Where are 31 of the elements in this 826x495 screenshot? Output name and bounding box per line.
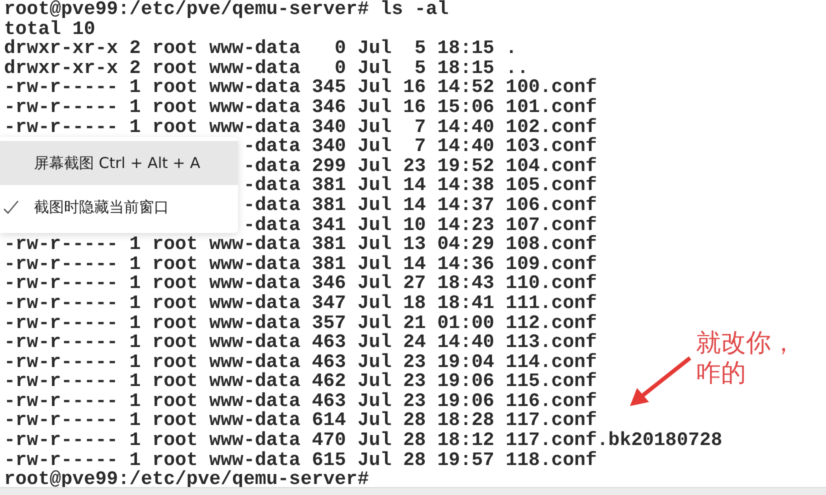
- terminal-line: total 10: [4, 20, 96, 40]
- terminal-line: -rw-r----- 1 root www-data 463 Jul 24 14:40 113.conf: [4, 333, 597, 353]
- terminal-line: -rw-r----- 1 root www-data 615 Jul 28 19:57 118.conf: [4, 450, 597, 470]
- terminal-line: -rw-r----- 1 root www-data 346 Jul 16 15:06 101.conf: [4, 98, 597, 118]
- terminal-line: -rw-r----- 1 root www-data 470 Jul 28 18:12 117.conf.bk20180728: [4, 431, 722, 451]
- terminal-line: -rw-r----- 1 root www-data 614 Jul 28 18:28 117.conf: [4, 411, 597, 432]
- terminal-line: -rw-r----- 1 root www-data 347 Jul 18 18:41 111.conf: [4, 294, 597, 314]
- terminal-line: -data 299 Jul 23 19:52 104.conf: [243, 156, 597, 176]
- menu-item[interactable]: 屏幕截图 Ctrl + Alt + A: [0, 141, 238, 185]
- terminal-line: drwxr-xr-x 2 root www-data 0 Jul 5 18:15 ..: [4, 58, 528, 78]
- terminal-line: -data 341 Jul 10 14:23 107.conf: [243, 216, 597, 236]
- terminal-line: -rw-r----- 1 root www-data 381 Jul 14 14:36 109.conf: [4, 254, 597, 274]
- terminal-line: -data 381 Jul 14 14:38 105.conf: [243, 176, 597, 196]
- terminal-line: -rw-r----- 1 root www-data 346 Jul 27 18:43 110.conf: [4, 274, 597, 294]
- terminal-line: -rw-r----- 1 root www-data 463 Jul 23 19:06 116.conf: [4, 392, 597, 412]
- terminal-line: -data 340 Jul 7 14:40 103.conf: [243, 137, 597, 157]
- check-icon: [3, 199, 19, 215]
- terminal-line: -data 381 Jul 14 14:37 106.conf: [243, 196, 597, 216]
- terminal-line: root@pve99:/etc/pve/qemu-server#: [4, 470, 369, 490]
- terminal-line: -rw-r----- 1 root www-data 340 Jul 7 14:40 102.conf: [4, 118, 597, 138]
- terminal-line: -rw-r----- 1 root www-data 463 Jul 23 19:04 114.conf: [4, 352, 597, 372]
- annotation-text: 就改你，: [696, 328, 796, 358]
- terminal-line: -rw-r----- 1 root www-data 357 Jul 21 01:00 112.conf: [4, 314, 597, 334]
- terminal-line: -rw-r----- 1 root www-data 345 Jul 16 14:52 100.conf: [4, 78, 597, 98]
- annotation-text: 咋的: [696, 358, 747, 388]
- menu-item[interactable]: 截图时隐藏当前窗口: [0, 185, 238, 229]
- terminal-line: -rw-r----- 1 root www-data 381 Jul 13 04:29 108.conf: [4, 235, 597, 255]
- terminal-line: drwxr-xr-x 2 root www-data 0 Jul 5 18:15 .: [4, 39, 518, 59]
- terminal-line: root@pve99:/etc/pve/qemu-server# ls -al: [4, 0, 449, 20]
- annotation-arrow: [628, 356, 692, 408]
- terminal-line: -rw-r----- 1 root www-data 462 Jul 23 19:06 115.conf: [4, 372, 597, 392]
